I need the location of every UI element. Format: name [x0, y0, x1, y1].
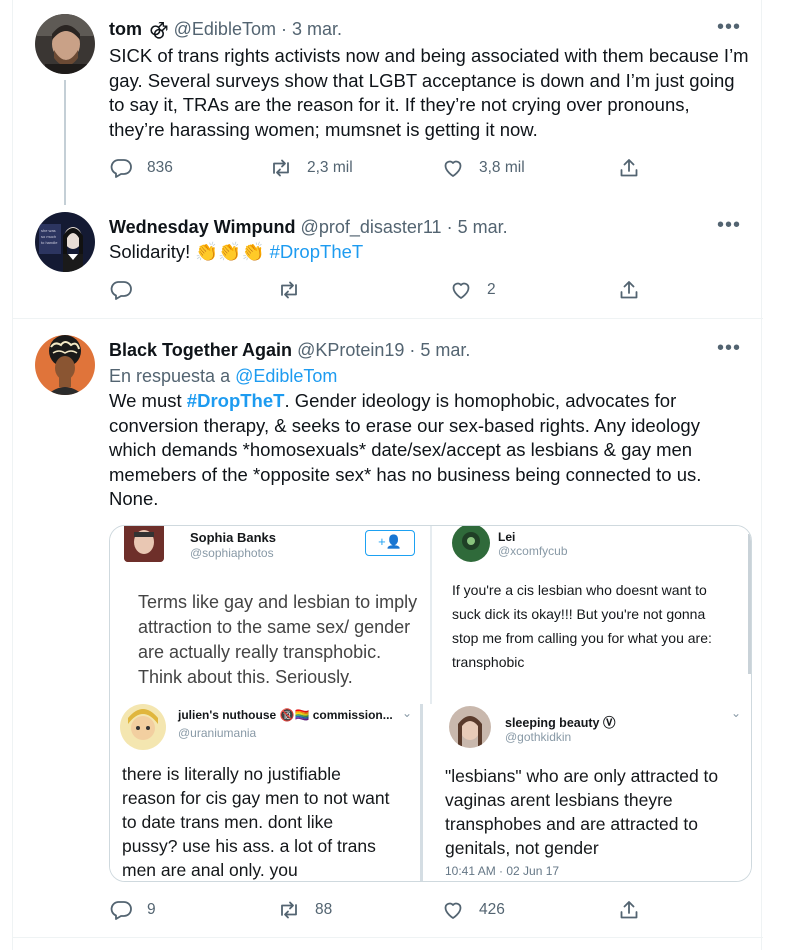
tweet-date[interactable]: · 5 mar. [409, 340, 470, 360]
thread-line [64, 80, 66, 205]
panel-author-handle: @xcomfycub [498, 544, 568, 558]
avatar-wednesday[interactable]: she was so much to handle [35, 212, 95, 272]
tweet-text-start: We must [109, 390, 182, 411]
tweet-text-main: Solidarity! [109, 241, 191, 262]
more-icon[interactable]: ••• [717, 338, 741, 358]
tweet-1[interactable]: tom ⚣ @EdibleTom · 3 mar. ••• SICK of tr… [13, 0, 763, 205]
panel-text: Terms like gay and lesbian to imply attr… [138, 592, 418, 687]
clap-emoji: 👏👏👏 [195, 241, 265, 262]
author-name[interactable]: Black Together Again [109, 340, 292, 360]
share-button[interactable] [617, 278, 641, 302]
reply-count: 836 [147, 159, 173, 176]
gender-badge-icon: ⚣ [149, 19, 169, 39]
reply-context: En respuesta a @EdibleTom [109, 365, 337, 387]
share-button[interactable] [617, 898, 641, 922]
like-button[interactable]: 2 [449, 278, 496, 302]
reply-icon [110, 159, 132, 178]
tweet-divider [13, 937, 763, 938]
like-button[interactable]: 3,8 mil [441, 156, 525, 180]
avatar-sophia [124, 526, 164, 562]
like-count: 426 [479, 901, 505, 918]
panel-timestamp: 10:41 AM · 02 Jun 17 [445, 864, 560, 878]
panel-author-name: Lei [498, 530, 516, 544]
share-icon [620, 901, 638, 919]
author-handle[interactable]: @EdibleTom [174, 19, 276, 39]
panel-author-handle: @uraniumania [178, 726, 257, 740]
share-button[interactable] [617, 156, 641, 180]
author-handle[interactable]: @prof_disaster11 [301, 217, 442, 237]
tweet-actions: 2 [109, 278, 649, 304]
avatar-julien [120, 704, 166, 750]
tweet-date[interactable]: · 3 mar. [281, 19, 342, 39]
screenshot-panel-julien: julien's nuthouse 🔞🏳️‍🌈 commission... ⌄ … [110, 704, 420, 881]
panel-author-handle: @sophiaphotos [190, 546, 274, 560]
more-icon[interactable]: ••• [717, 215, 741, 235]
tweet-header: Wednesday Wimpund @prof_disaster11 · 5 m… [109, 216, 508, 238]
author-name[interactable]: tom [109, 19, 142, 39]
avatar-black-together-again[interactable] [35, 335, 95, 395]
timeline: tom ⚣ @EdibleTom · 3 mar. ••• SICK of tr… [12, 0, 763, 950]
retweet-button[interactable]: 2,3 mil [269, 156, 353, 180]
reply-button[interactable]: 9 [109, 898, 156, 922]
svg-text:so much: so much [41, 234, 56, 239]
avatar-lei [452, 526, 490, 562]
author-name[interactable]: Wednesday Wimpund [109, 217, 296, 237]
reply-icon [110, 901, 132, 920]
hashtag-link[interactable]: #DropTheT [270, 241, 364, 262]
avatar-sleeping-beauty [449, 706, 491, 748]
retweet-icon [273, 159, 289, 177]
panel-text: If you're a cis lesbian who doesnt want … [452, 582, 712, 670]
panel-author-name: julien's nuthouse 🔞🏳️‍🌈 commission... [178, 708, 393, 722]
screenshot-panel-lei: Lei @xcomfycub If you're a cis lesbian w… [432, 526, 751, 704]
panel-scrollbar [748, 534, 751, 674]
tweet-date[interactable]: · 5 mar. [447, 217, 508, 237]
panel-author-handle: @gothkidkin [505, 730, 572, 744]
tweet-text: SICK of trans rights activists now and b… [109, 45, 749, 140]
retweet-icon [281, 281, 297, 299]
reply-button[interactable]: 836 [109, 156, 173, 180]
panel-text: there is literally no justifiable reason… [122, 764, 390, 880]
tweet-media-image[interactable]: Sophia Banks @sophiaphotos +👤 Terms like… [109, 525, 752, 882]
chevron-down-icon: ⌄ [731, 706, 742, 720]
like-count: 2 [487, 281, 496, 298]
tweet-actions: 9 88 426 [109, 898, 649, 924]
panel-author-name: sleeping beauty Ⓥ [505, 716, 616, 730]
tweet-actions: 836 2,3 mil 3,8 mil [109, 156, 649, 182]
panel-text: "lesbians" who are only attracted to vag… [445, 766, 719, 858]
more-icon[interactable]: ••• [717, 17, 741, 37]
hashtag-link[interactable]: #DropTheT [187, 390, 285, 411]
screenshot-panel-sophia: Sophia Banks @sophiaphotos +👤 Terms like… [110, 526, 430, 704]
like-count: 3,8 mil [479, 159, 525, 176]
panel-author-name: Sophia Banks [190, 530, 276, 545]
retweet-count: 2,3 mil [307, 159, 353, 176]
tweet-2[interactable]: she was so much to handle Wednesday Wimp… [13, 200, 763, 318]
follow-button: +👤 [365, 530, 415, 556]
reply-button[interactable] [109, 278, 147, 302]
reply-icon [110, 281, 132, 300]
tweet-header: tom ⚣ @EdibleTom · 3 mar. [109, 18, 342, 40]
retweet-icon [281, 901, 297, 919]
heart-icon [452, 282, 470, 299]
chevron-down-icon: ⌄ [402, 706, 413, 720]
screenshot-panel-sleeping-beauty: sleeping beauty Ⓥ ⌄ @gothkidkin "lesbian… [423, 704, 751, 881]
retweet-button[interactable] [277, 278, 315, 302]
retweet-count: 88 [315, 901, 333, 918]
tweet-text: We must #DropTheT. Gender ideology is ho… [109, 389, 749, 512]
retweet-button[interactable]: 88 [277, 898, 332, 922]
tweet-text: Solidarity! 👏👏👏 #DropTheT [109, 240, 749, 265]
heart-icon [444, 160, 462, 177]
tweet-header: Black Together Again @KProtein19 · 5 mar… [109, 339, 470, 361]
avatar-tom[interactable] [35, 14, 95, 74]
svg-text:she was: she was [41, 228, 56, 233]
author-handle[interactable]: @KProtein19 [297, 340, 404, 360]
reply-prefix: En respuesta a [109, 366, 231, 386]
reply-to-link[interactable]: @EdibleTom [235, 366, 337, 386]
heart-icon [444, 902, 462, 919]
share-icon [620, 281, 638, 299]
like-button[interactable]: 426 [441, 898, 505, 922]
reply-count: 9 [147, 901, 156, 918]
share-icon [620, 159, 638, 177]
svg-text:to handle: to handle [41, 240, 58, 245]
